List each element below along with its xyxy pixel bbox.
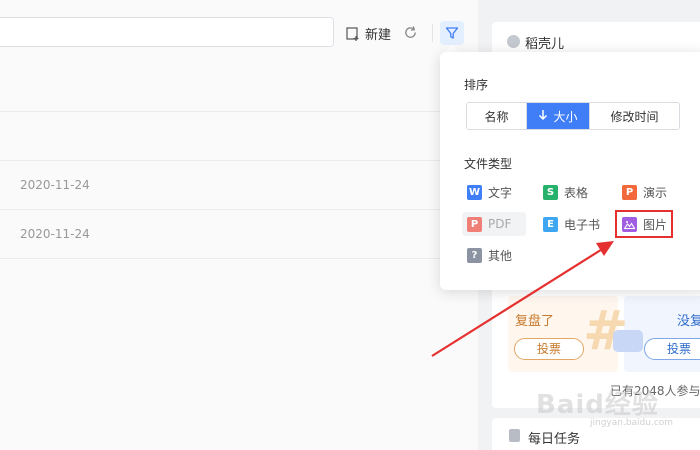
sort-option-label: 修改时间: [610, 109, 659, 124]
docer-label: 稻壳儿: [525, 37, 565, 52]
row-divider: [0, 258, 478, 259]
daily-task-label: 每日任务: [528, 432, 581, 447]
row-divider: [0, 160, 478, 161]
sort-option-label: 大小: [553, 109, 578, 124]
doc-icon: W: [467, 184, 482, 200]
vote-right-title: 没复: [677, 314, 700, 329]
type-label: 文字: [488, 185, 513, 200]
type-label: PDF: [488, 217, 512, 231]
docer-icon: [507, 35, 520, 48]
file-row-date: 2020-11-24: [20, 227, 90, 241]
clipboard-icon: [509, 429, 520, 442]
refresh-icon[interactable]: [403, 25, 418, 40]
pdf-icon: P: [467, 216, 482, 232]
vote-right-button[interactable]: 投票: [644, 338, 700, 360]
new-file-icon: [346, 26, 359, 41]
baidu-watermark-url: jingyan.baidu.com: [590, 418, 674, 428]
sheet-icon: S: [543, 184, 558, 200]
new-button[interactable]: 新建: [346, 24, 391, 43]
file-type-section-label: 文件类型: [464, 157, 513, 171]
file-row-date: 2020-11-24: [20, 178, 90, 192]
type-filter-slides[interactable]: P 演示: [622, 181, 667, 203]
row-divider: [0, 111, 478, 112]
chat-bubble-icon: [613, 330, 643, 352]
type-filter-doc[interactable]: W 文字: [467, 181, 512, 203]
arrow-down-icon: [538, 109, 548, 124]
slides-icon: P: [622, 184, 637, 200]
type-label: 其他: [488, 248, 513, 263]
ebook-icon: E: [543, 216, 558, 232]
type-label: 表格: [564, 185, 589, 200]
sort-option-label: 名称: [484, 109, 509, 124]
vote-left-title: 复盘了: [515, 314, 555, 329]
image-filter-highlight: [615, 210, 673, 238]
filter-button[interactable]: [440, 21, 464, 45]
sort-options: 名称 大小 修改时间: [466, 102, 680, 130]
sort-by-modified-time-button[interactable]: 修改时间: [590, 103, 679, 129]
type-filter-other[interactable]: ? 其他: [467, 244, 512, 266]
sort-by-name-button[interactable]: 名称: [467, 103, 527, 129]
type-filter-ebook[interactable]: E 电子书: [543, 213, 600, 235]
question-icon: ?: [467, 247, 482, 263]
filter-icon: [445, 27, 459, 39]
sort-section-label: 排序: [464, 78, 489, 92]
file-list-area: [0, 0, 478, 450]
type-filter-pdf[interactable]: P PDF: [467, 213, 511, 235]
sort-by-size-button[interactable]: 大小: [527, 103, 590, 129]
type-label: 演示: [643, 185, 668, 200]
row-divider: [0, 209, 478, 210]
toolbar-divider: [432, 24, 433, 42]
search-input[interactable]: [0, 17, 334, 47]
baidu-watermark: Baid经验: [536, 390, 659, 420]
new-button-label: 新建: [365, 28, 392, 43]
type-filter-sheet[interactable]: S 表格: [543, 181, 588, 203]
type-label: 电子书: [564, 217, 601, 232]
vote-left-button[interactable]: 投票: [514, 338, 584, 360]
